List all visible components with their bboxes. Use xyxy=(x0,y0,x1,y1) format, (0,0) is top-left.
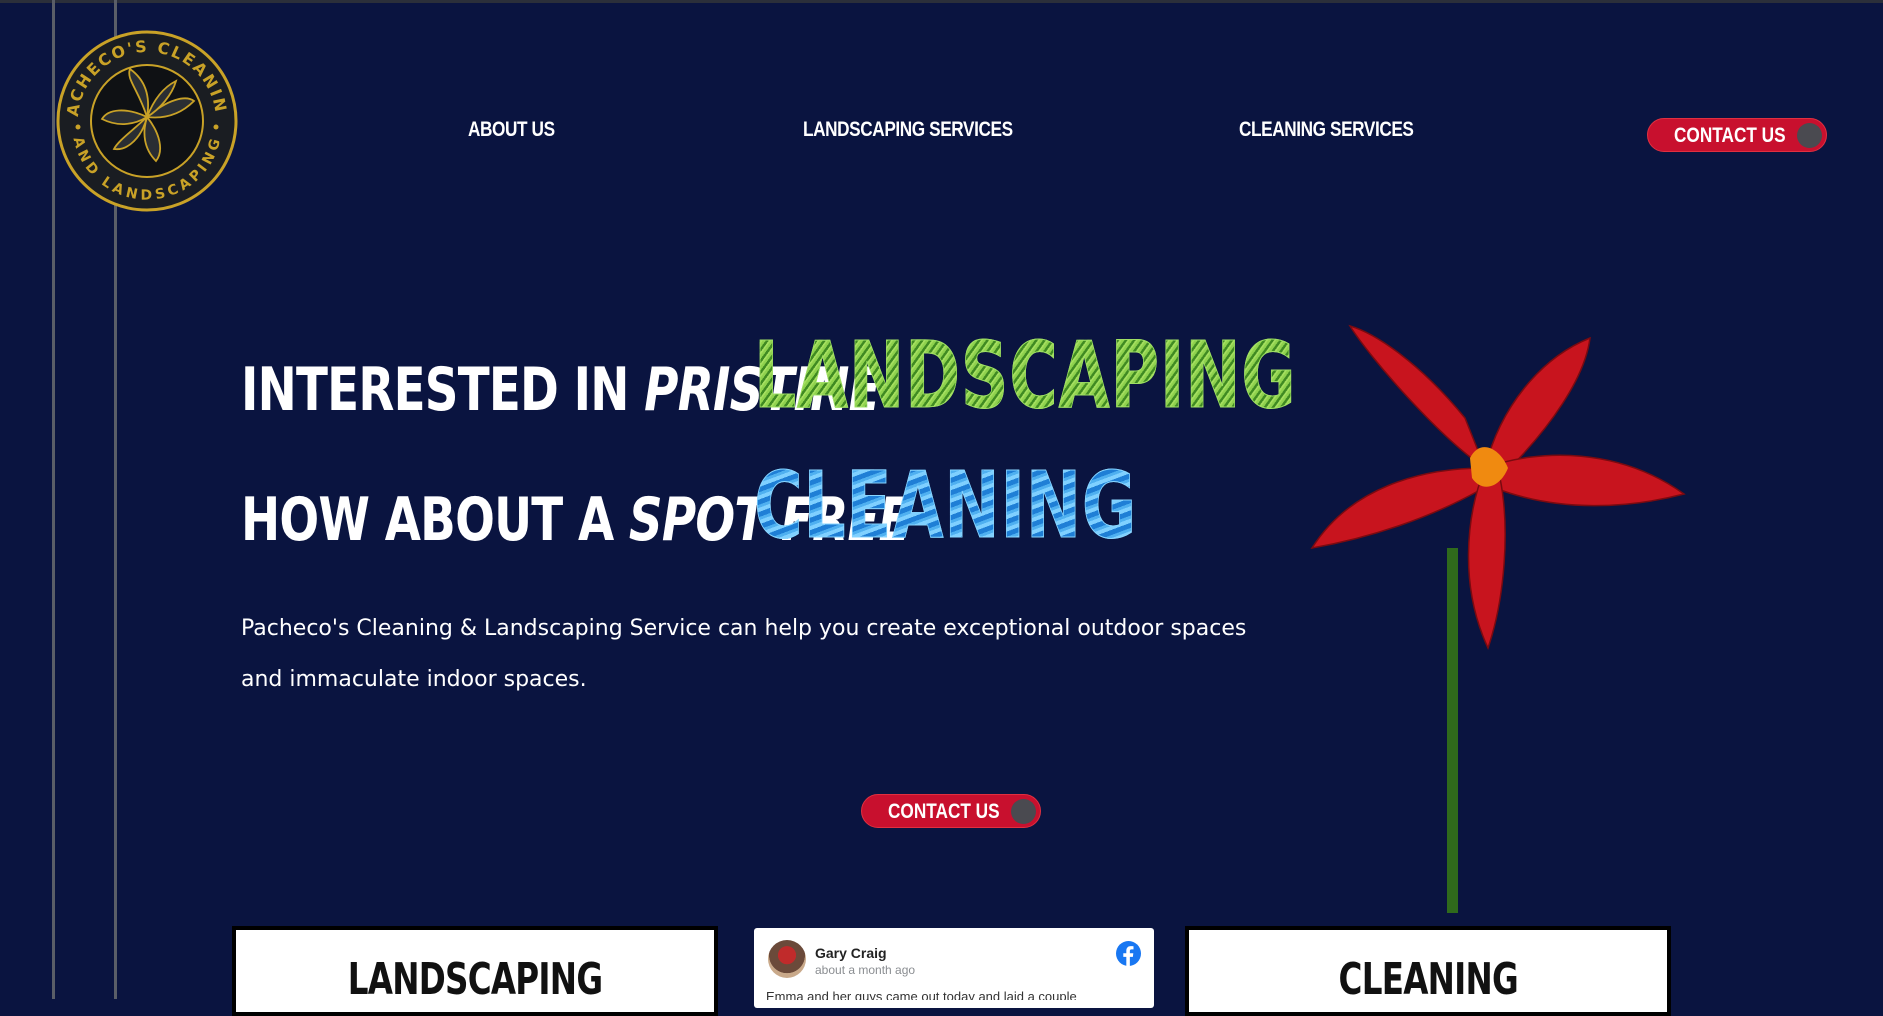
header-contact-button[interactable]: CONTACT US xyxy=(1647,118,1827,152)
review-time: about a month ago xyxy=(815,963,916,977)
headline-cleaning-word: CLEANING xyxy=(754,452,1137,559)
avatar xyxy=(768,940,806,978)
toggle-knob-icon xyxy=(1797,123,1822,148)
nav-landscaping-services[interactable]: LANDSCAPING SERVICES xyxy=(803,118,1013,142)
cleaning-card-title: CLEANING xyxy=(1338,954,1518,1005)
facebook-icon[interactable] xyxy=(1116,941,1141,966)
landscaping-card-title: LANDSCAPING xyxy=(347,954,603,1005)
toggle-knob-icon xyxy=(1011,799,1036,824)
logo-emblem[interactable]: PACHECO'S CLEANING AND LANDSCAPING xyxy=(56,29,238,213)
headline-landscaping-word: LANDSCAPING xyxy=(754,322,1297,429)
hero-contact-button[interactable]: CONTACT US xyxy=(861,794,1041,828)
nav-about-us[interactable]: ABOUT US xyxy=(468,118,555,142)
header-contact-label: CONTACT US xyxy=(1674,124,1786,147)
decorative-vertical-line-left xyxy=(52,0,55,999)
hero-contact-label: CONTACT US xyxy=(888,800,1000,823)
landscaping-card[interactable]: LANDSCAPING xyxy=(232,926,718,1016)
cleaning-card[interactable]: CLEANING xyxy=(1185,926,1671,1016)
facebook-review-card[interactable]: Gary Craig about a month ago Emma and he… xyxy=(754,928,1154,1008)
hero-description: Pacheco's Cleaning & Landscaping Service… xyxy=(241,616,1247,692)
flower-image xyxy=(1310,324,1686,913)
headline-2-prefix: HOW ABOUT A xyxy=(241,485,629,555)
reviewer-name: Gary Craig xyxy=(815,945,887,961)
nav-cleaning-services[interactable]: CLEANING SERVICES xyxy=(1239,118,1414,142)
headline-1-prefix: INTERESTED IN xyxy=(241,355,645,425)
top-border xyxy=(0,0,1883,3)
